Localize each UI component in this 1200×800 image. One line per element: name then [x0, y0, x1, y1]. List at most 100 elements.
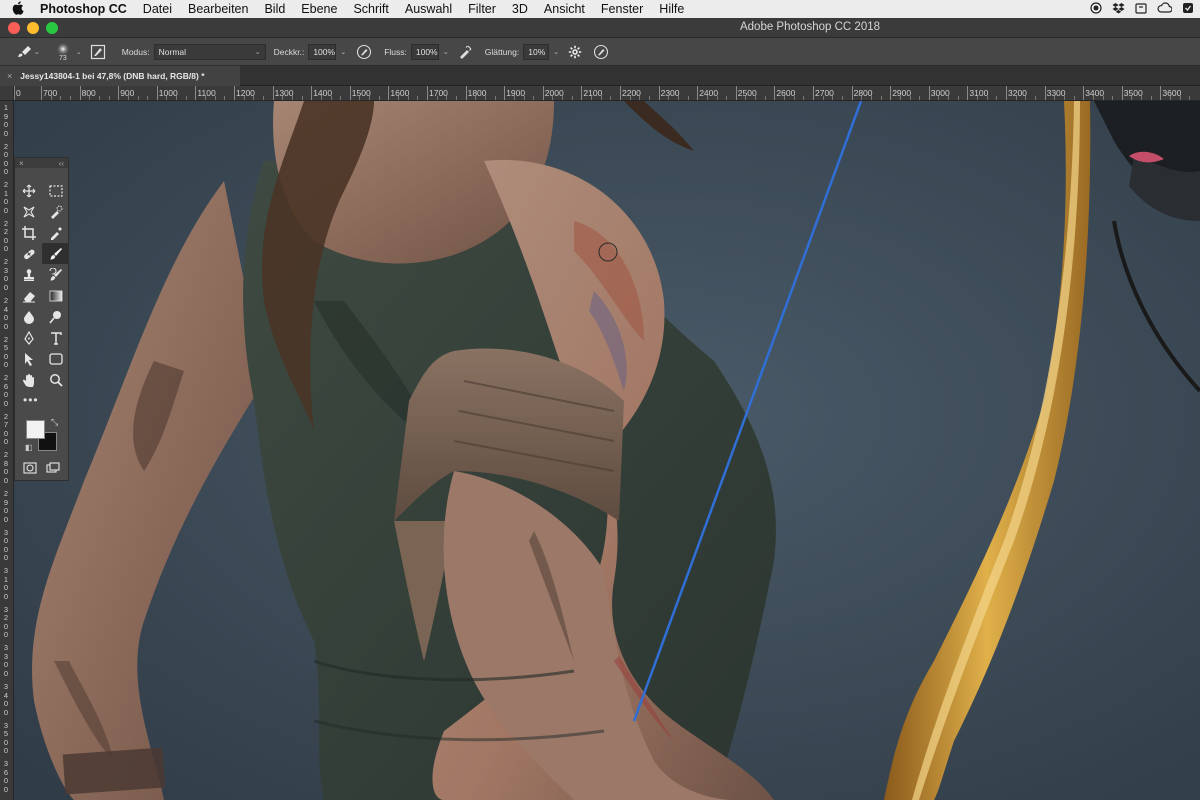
menu-bild[interactable]: Bild	[256, 2, 293, 16]
menu-auswahl[interactable]: Auswahl	[397, 2, 460, 16]
ruler-origin[interactable]	[0, 86, 14, 101]
menu-bearbeiten[interactable]: Bearbeiten	[180, 2, 256, 16]
ruler-label: 2600	[3, 373, 9, 408]
lasso-tool-icon[interactable]	[15, 201, 42, 222]
fluss-chevron-icon[interactable]: ⌄	[443, 48, 449, 56]
collapse-tools-panel-icon[interactable]: ‹‹	[59, 159, 64, 168]
menu-schrift[interactable]: Schrift	[345, 2, 396, 16]
document-tab-bar: × Jessy143804-1 bei 47,8% (DNB hard, RGB…	[0, 66, 1200, 86]
crop-tool-icon[interactable]	[15, 222, 42, 243]
rectangle-shape-icon[interactable]	[42, 348, 69, 369]
ruler-minor-tick	[977, 96, 979, 100]
document-canvas[interactable]	[14, 101, 1200, 800]
close-document-icon[interactable]: ×	[7, 71, 12, 81]
glaettung-input[interactable]: 10%	[523, 43, 550, 60]
ruler-minor-tick	[639, 96, 641, 100]
cloud-icon[interactable]	[1157, 2, 1173, 16]
ruler-tick	[41, 86, 42, 100]
ruler-label: 1600	[390, 88, 410, 98]
ruler-minor-tick	[861, 96, 863, 100]
ruler-tick	[1006, 86, 1007, 100]
pen-tool-icon[interactable]	[15, 327, 42, 348]
brush-size-value: 73	[58, 54, 67, 62]
airbrush-icon[interactable]	[455, 42, 475, 62]
ruler-minor-tick	[1179, 96, 1181, 100]
screen-mode-icon[interactable]	[46, 461, 60, 479]
menu-datei[interactable]: Datei	[135, 2, 180, 16]
ruler-minor-tick	[340, 96, 342, 100]
vertical-ruler[interactable]: 1900 2000 2100 2200 2300 2400 2500 2600 2700 2800…	[0, 86, 14, 800]
path-selection-icon[interactable]	[15, 348, 42, 369]
edit-toolbar-icon[interactable]: •••	[15, 390, 68, 410]
glaettung-label: Glättung:	[484, 46, 520, 57]
ruler-minor-tick	[571, 96, 573, 100]
ruler-minor-tick	[398, 96, 400, 100]
brush-tool-icon[interactable]	[42, 243, 69, 264]
close-tools-panel-icon[interactable]: ×	[19, 159, 24, 168]
default-colors-icon[interactable]: ◧	[25, 443, 33, 452]
eyedropper-icon[interactable]	[42, 222, 69, 243]
menu-3d[interactable]: 3D	[504, 2, 536, 16]
swap-colors-icon[interactable]: ⤡	[51, 417, 58, 428]
modus-chevron-icon: ⌄	[254, 48, 261, 56]
ruler-label: 1800	[467, 88, 487, 98]
ruler-minor-tick	[475, 96, 477, 100]
type-tool-icon[interactable]	[42, 327, 69, 348]
menu-filter[interactable]: Filter	[460, 2, 504, 16]
menu-app-name[interactable]: Photoshop CC	[36, 2, 135, 16]
dodge-tool-icon[interactable]	[42, 306, 69, 327]
rectangular-marquee-icon[interactable]	[42, 180, 69, 201]
brush-settings-panel-icon[interactable]	[88, 42, 108, 62]
brush-preset-chevron-icon[interactable]: ⌄	[34, 48, 40, 56]
menu-ebene[interactable]: Ebene	[293, 2, 345, 16]
fluss-input[interactable]: 100%	[410, 43, 439, 60]
gradient-tool-icon[interactable]	[42, 285, 69, 306]
deckkraft-input[interactable]: 100%	[308, 43, 337, 60]
ruler-label: 1400	[313, 88, 333, 98]
brush-picker-chevron-icon[interactable]: ⌄	[76, 48, 82, 56]
ruler-minor-tick	[1141, 96, 1143, 100]
smoothing-options-gear-icon[interactable]	[565, 42, 585, 62]
apple-menu-icon[interactable]	[0, 0, 36, 18]
glaettung-chevron-icon[interactable]: ⌄	[553, 48, 559, 56]
quick-selection-icon[interactable]	[42, 201, 69, 222]
zoom-tool-icon[interactable]	[42, 369, 69, 390]
notification-icon[interactable]	[1182, 2, 1194, 17]
pressure-opacity-icon[interactable]	[354, 42, 374, 62]
menu-ansicht[interactable]: Ansicht	[536, 2, 593, 16]
ruler-minor-tick	[648, 96, 650, 100]
document-tab[interactable]: × Jessy143804-1 bei 47,8% (DNB hard, RGB…	[0, 66, 240, 86]
quick-mask-icon[interactable]	[23, 461, 37, 479]
healing-brush-icon[interactable]	[15, 243, 42, 264]
archive-icon[interactable]	[1135, 2, 1147, 17]
brush-picker[interactable]: 73	[54, 42, 72, 62]
pressure-size-icon[interactable]	[591, 42, 611, 62]
ruler-tick	[735, 86, 737, 100]
brush-tool-preset-icon[interactable]	[14, 42, 34, 62]
record-icon[interactable]	[1090, 1, 1102, 17]
menu-hilfe[interactable]: Hilfe	[651, 2, 692, 16]
deckkraft-chevron-icon[interactable]: ⌄	[340, 48, 346, 56]
move-tool-icon[interactable]	[15, 180, 42, 201]
ruler-tick	[427, 86, 428, 100]
ruler-minor-tick	[291, 96, 293, 100]
modus-select[interactable]: Normal ⌄	[153, 43, 266, 60]
history-brush-icon[interactable]	[42, 264, 69, 285]
menu-fenster[interactable]: Fenster	[593, 2, 651, 16]
blur-tool-icon[interactable]	[15, 306, 42, 327]
ruler-minor-tick	[282, 96, 284, 100]
ruler-minor-tick	[127, 96, 129, 100]
ruler-minor-tick	[417, 96, 419, 100]
hand-tool-icon[interactable]	[15, 369, 42, 390]
foreground-color-swatch[interactable]	[26, 420, 45, 439]
eraser-tool-icon[interactable]	[15, 285, 42, 306]
ruler-minor-tick	[89, 96, 91, 100]
horizontal-ruler[interactable]: 0 700 800 900 1000 1100 1200 1300 1400 1500 1600 17…	[14, 86, 1200, 101]
dropbox-icon[interactable]	[1112, 2, 1125, 17]
clone-stamp-icon[interactable]	[15, 264, 42, 285]
ruler-minor-tick	[455, 96, 457, 100]
ruler-minor-tick	[880, 96, 882, 100]
ruler-label: 2800	[853, 88, 873, 98]
ruler-label: 1000	[158, 88, 178, 98]
ruler-minor-tick	[909, 96, 911, 100]
